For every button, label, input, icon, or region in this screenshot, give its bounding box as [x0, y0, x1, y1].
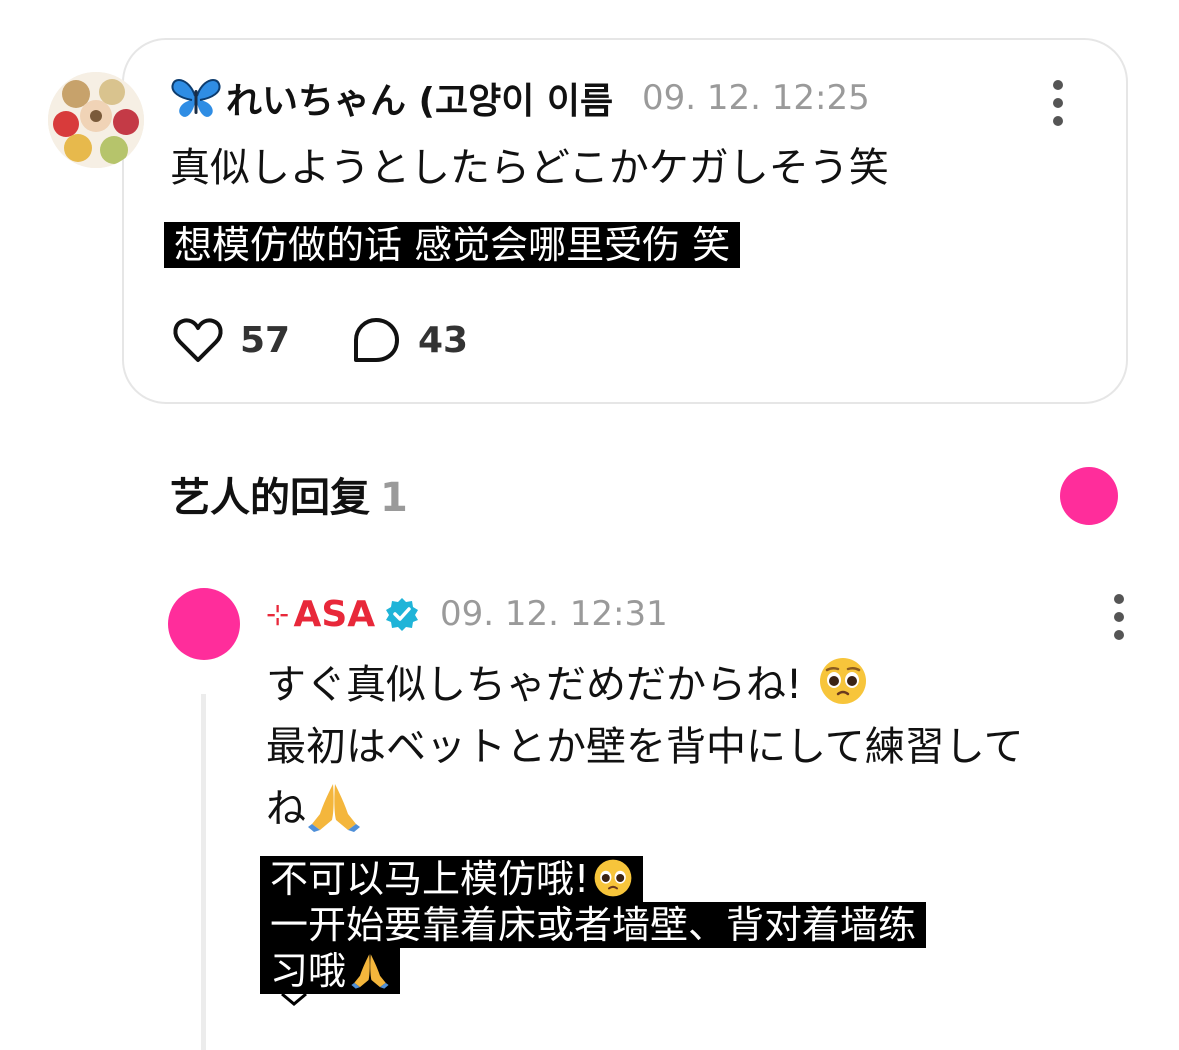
- translation-line-1: 不可以马上模仿哦!: [260, 856, 644, 902]
- reply-line-3: ね: [266, 778, 1116, 840]
- reply-author[interactable]: ⊹ ASA: [266, 590, 419, 638]
- pleading-face-icon: [820, 658, 867, 704]
- more-options-icon[interactable]: [1113, 594, 1125, 640]
- comment-bubble-icon[interactable]: [350, 316, 402, 366]
- post-translation: 想模仿做的话 感觉会哪里受伤 笑: [164, 222, 741, 268]
- reply-avatar[interactable]: [168, 588, 240, 660]
- reply-line-2: 最初はベットとか壁を背中にして練習して: [266, 724, 1024, 770]
- reply-text: すぐ真似しちゃだめだからね! 最初はベットとか壁を背中にして練習して ね: [266, 654, 1116, 840]
- post-author[interactable]: れいちゃん (고양이 이름: [170, 74, 613, 122]
- verified-badge-icon: [386, 598, 419, 631]
- reply-count: 43: [418, 320, 469, 361]
- butterfly-icon: [171, 79, 221, 117]
- reply-author-name: ASA: [293, 593, 376, 635]
- post-text: 真似しようとしたらどこかケガしそう笑: [170, 145, 889, 191]
- artist-avatar-badge[interactable]: [1060, 467, 1118, 525]
- reply-translation: 不可以马上模仿哦! 一开始要靠着床或者墙壁、背对着墙练 习哦: [260, 856, 980, 994]
- reply-timestamp: 09. 12. 12:31: [440, 594, 668, 634]
- folded-hands-icon: [351, 954, 389, 989]
- more-options-icon[interactable]: [1052, 80, 1064, 126]
- chevron-down-icon[interactable]: [280, 990, 308, 1008]
- author-name: れいちゃん (고양이 이름: [226, 81, 614, 122]
- sparkle-icon: ⊹: [266, 597, 290, 631]
- avatar[interactable]: [48, 72, 144, 168]
- post-timestamp: 09. 12. 12:25: [642, 78, 870, 118]
- like-count: 57: [240, 320, 291, 361]
- reply-line-1: すぐ真似しちゃだめだからね!: [266, 654, 1116, 716]
- thread-line: [201, 694, 206, 1050]
- translation-line-3: 习哦: [260, 948, 401, 994]
- section-count: 1: [380, 475, 408, 521]
- pleading-face-icon: [594, 859, 632, 897]
- folded-hands-icon: [308, 784, 360, 832]
- heart-icon[interactable]: [172, 316, 224, 366]
- section-title-label: 艺人的回复: [170, 475, 370, 521]
- section-title: 艺人的回复 1: [170, 470, 408, 526]
- translation-line-2: 一开始要靠着床或者墙壁、背对着墙练: [260, 902, 927, 948]
